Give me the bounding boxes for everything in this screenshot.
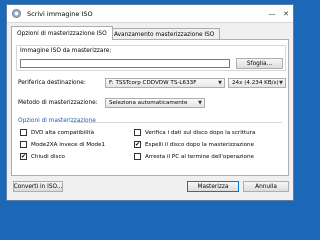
checkbox[interactable] (134, 129, 141, 136)
title-bar[interactable]: Scrivi immagine ISO — ✕ (7, 5, 293, 23)
option-mode2xa[interactable]: Mode2XA invece di Mode1 (20, 141, 105, 148)
close-icon[interactable]: ✕ (279, 5, 293, 23)
window-controls: — ✕ (265, 5, 293, 23)
chevron-down-icon: ▼ (279, 80, 283, 86)
browse-button[interactable]: Sfoglia... (236, 58, 283, 69)
option-close-disc[interactable]: ✔ Chiudi disco (20, 153, 65, 160)
option-label: Chiudi disco (31, 153, 65, 160)
option-label: Mode2XA invece di Mode1 (31, 141, 106, 148)
method-select[interactable]: Seleziona automaticamente ▼ (105, 98, 205, 108)
checkbox[interactable] (134, 153, 141, 160)
tab-bar: Opzioni di masterizzazione ISO Avanzamen… (11, 26, 289, 40)
window-title: Scrivi immagine ISO (27, 9, 93, 18)
image-label: Immagine ISO da masterizzare: (20, 48, 112, 54)
option-label: Arresta il PC al termine dell'operazione (145, 153, 254, 160)
option-dvd-compat[interactable]: DVD alta compatibilità (20, 129, 94, 136)
tab-burn-options[interactable]: Opzioni di masterizzazione ISO (11, 26, 113, 40)
drive-select[interactable]: F: TSSTcorp CDDVDW TS-L633F ▼ (105, 78, 225, 88)
method-select-value: Seleziona automaticamente (109, 100, 188, 106)
burn-button[interactable]: Masterizza (187, 181, 239, 192)
cancel-button[interactable]: Annulla (243, 181, 289, 192)
image-group: Immagine ISO da masterizzare: Sfoglia... (16, 45, 286, 71)
checkbox[interactable] (20, 141, 27, 148)
option-verify[interactable]: Verifica i dati sul disco dopo la scritt… (134, 129, 255, 136)
speed-select[interactable]: 24x (4.234 KB/s) ▼ (228, 78, 286, 88)
disc-icon (12, 9, 21, 18)
option-label: Espelli il disco dopo la masterizzazione (145, 141, 255, 148)
chevron-down-icon: ▼ (218, 80, 222, 86)
chevron-down-icon: ▼ (198, 100, 202, 106)
option-label: DVD alta compatibilità (31, 129, 95, 136)
minimize-icon[interactable]: — (265, 5, 279, 23)
speed-select-value: 24x (4.234 KB/s) (232, 80, 279, 86)
option-eject[interactable]: ✔ Espelli il disco dopo la masterizzazio… (134, 141, 254, 148)
option-label: Verifica i dati sul disco dopo la scritt… (145, 129, 256, 136)
burn-iso-dialog: Scrivi immagine ISO — ✕ Opzioni di maste… (6, 4, 294, 201)
image-path-input[interactable] (20, 59, 230, 68)
drive-label: Periferica destinazione: (18, 80, 86, 86)
convert-to-iso-button[interactable]: Converti in ISO... (13, 181, 63, 192)
checkbox[interactable] (20, 129, 27, 136)
checkbox[interactable]: ✔ (134, 141, 141, 148)
options-panel: Immagine ISO da masterizzare: Sfoglia...… (11, 39, 289, 176)
checkbox[interactable]: ✔ (20, 153, 27, 160)
options-section-title: Opzioni di masterizzazione (18, 118, 96, 124)
method-label: Metodo di masterizzazione: (18, 100, 98, 106)
drive-select-value: F: TSSTcorp CDDVDW TS-L633F (109, 80, 197, 86)
option-shutdown[interactable]: Arresta il PC al termine dell'operazione (134, 153, 254, 160)
section-divider (72, 122, 282, 123)
